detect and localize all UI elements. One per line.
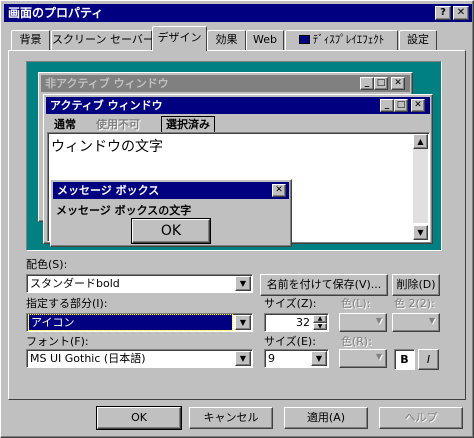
item-size-spinner[interactable]: 32 ▲ ▼ xyxy=(264,313,329,332)
apply-button[interactable]: 適用(A) xyxy=(284,407,368,429)
save-as-button[interactable]: 名前を付けて保存(V)... xyxy=(260,274,388,296)
minimize-icon: _ xyxy=(360,77,374,90)
display-properties-dialog: 画面のプロパティ ? ✕ 背景 スクリーン セーバー デザイン 効果 Web ﾃ… xyxy=(0,0,474,438)
spin-up-icon[interactable]: ▲ xyxy=(313,315,327,323)
tab-design[interactable]: デザイン xyxy=(152,26,207,51)
message-box-preview: メッセージ ボックス ✕ メッセージ ボックスの文字 OK xyxy=(50,179,292,247)
help-title-button[interactable]: ? xyxy=(435,6,451,20)
inactive-window-titlebar: 非アクティブ ウィンドウ xyxy=(41,75,410,92)
font-color-label: 色(R): xyxy=(341,335,372,348)
close-icon: ✕ xyxy=(411,99,425,112)
scroll-down-icon: ▼ xyxy=(413,225,428,240)
help-button[interactable]: ヘルプ xyxy=(379,407,463,429)
maximize-icon: □ xyxy=(374,77,388,90)
active-window-titlebar: アクティブ ウィンドウ xyxy=(46,97,430,114)
font-select[interactable]: MS UI Gothic (日本語) ▼ xyxy=(26,349,253,368)
tab-background[interactable]: 背景 xyxy=(11,30,50,51)
item-label: 指定する部分(I): xyxy=(26,297,108,310)
font-size-label: サイズ(E): xyxy=(264,335,316,348)
close-title-button[interactable]: ✕ xyxy=(453,6,469,20)
close-icon: ✕ xyxy=(272,184,286,197)
chevron-down-icon: ▼ xyxy=(375,316,382,325)
chevron-down-icon: ▼ xyxy=(311,351,327,366)
window-title: 画面のプロパティ xyxy=(8,6,104,20)
tab-web[interactable]: Web xyxy=(246,30,284,51)
font-label: フォント(F): xyxy=(26,335,89,348)
window-text: ウィンドウの文字 xyxy=(51,139,163,155)
tab-screensaver[interactable]: スクリーン セーバー xyxy=(51,30,154,51)
message-box-ok-button: OK xyxy=(131,218,211,244)
item-select[interactable]: アイコン ▼ xyxy=(26,313,253,332)
close-icon: ✕ xyxy=(456,7,466,18)
ok-button[interactable]: OK xyxy=(96,406,182,430)
menu-normal: 通常 xyxy=(54,118,76,131)
bold-toggle[interactable]: B xyxy=(394,349,415,370)
preview-area: 非アクティブ ウィンドウ _ □ ✕ アクティブ ウィンドウ _ □ ✕ 通常 … xyxy=(26,61,442,251)
minimize-icon: _ xyxy=(380,99,394,112)
tab-settings[interactable]: 設定 xyxy=(399,30,437,51)
tab-effects[interactable]: 効果 xyxy=(207,30,246,51)
scheme-label: 配色(S): xyxy=(26,258,68,271)
item-color1-label: 色(L): xyxy=(341,297,371,310)
font-size-select[interactable]: 9 ▼ xyxy=(264,349,329,368)
italic-toggle[interactable]: I xyxy=(418,349,439,370)
scheme-select[interactable]: スタンダードbold ▼ xyxy=(26,274,253,293)
close-icon: ✕ xyxy=(391,77,405,90)
chevron-down-icon: ▼ xyxy=(235,315,251,330)
item-size-label: サイズ(Z): xyxy=(264,297,317,310)
chevron-down-icon: ▼ xyxy=(375,352,382,361)
spin-down-icon[interactable]: ▼ xyxy=(313,323,327,330)
title-bar: 画面のプロパティ xyxy=(4,4,472,22)
chevron-down-icon: ▼ xyxy=(235,351,251,366)
menu-selected: 選択済み xyxy=(161,116,215,133)
chevron-down-icon: ▼ xyxy=(428,316,435,325)
item-color2-label: 色 2(2): xyxy=(394,297,435,310)
scroll-up-icon: ▲ xyxy=(413,134,428,149)
scrollbar-track xyxy=(413,149,428,223)
item-color2-button[interactable]: ▼ xyxy=(392,313,440,332)
message-box-text: メッセージ ボックスの文字 xyxy=(56,204,192,217)
chevron-down-icon: ▼ xyxy=(235,276,251,291)
message-box-titlebar: メッセージ ボックス xyxy=(53,182,289,199)
cancel-button[interactable]: キャンセル xyxy=(189,407,273,429)
menu-disabled: 使用不可 xyxy=(96,118,140,131)
delete-scheme-button[interactable]: 削除(D) xyxy=(392,274,440,296)
item-color1-button[interactable]: ▼ xyxy=(339,313,387,332)
maximize-icon: □ xyxy=(394,99,408,112)
monitor-icon xyxy=(298,35,310,44)
font-color-button[interactable]: ▼ xyxy=(339,349,387,368)
tab-display-effects[interactable]: ﾃﾞｨｽﾌﾟﾚｲｴﾌｪｸﾄ xyxy=(285,30,398,51)
